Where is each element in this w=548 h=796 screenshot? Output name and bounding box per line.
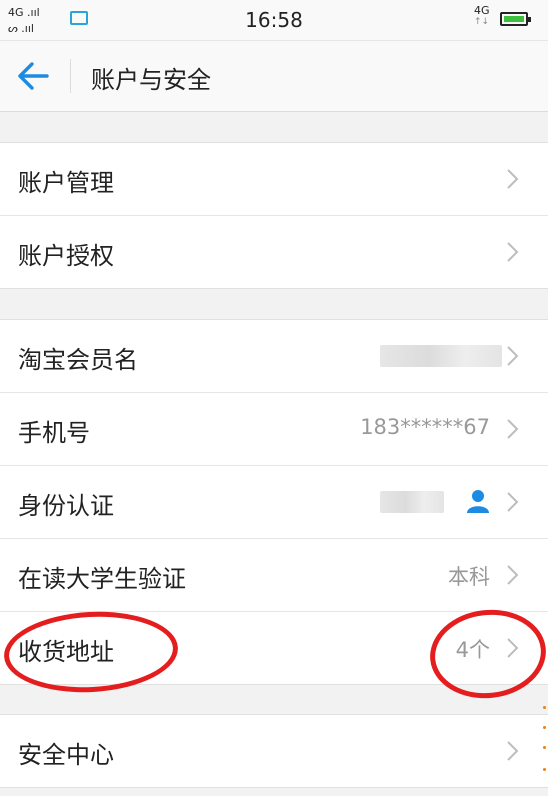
edge-dot xyxy=(543,768,546,771)
row-label: 安全中心 xyxy=(18,741,114,769)
member-name-value-blurred xyxy=(380,345,502,367)
chevron-right-icon xyxy=(507,741,519,761)
row-label: 账户授权 xyxy=(18,242,114,270)
row-label: 在读大学生验证 xyxy=(18,565,186,593)
edge-dot xyxy=(543,706,546,709)
security-group: 安全中心 xyxy=(0,714,548,788)
list-item-account-management[interactable]: 账户管理 xyxy=(0,143,548,216)
row-label: 淘宝会员名 xyxy=(18,346,138,374)
account-group: 账户管理 账户授权 xyxy=(0,142,548,289)
data-4g-indicator: 4G ↑↓ xyxy=(474,4,490,27)
list-item-identity-verification[interactable]: 身份认证 xyxy=(0,466,548,539)
row-label: 身份认证 xyxy=(18,492,114,520)
chevron-right-icon xyxy=(507,242,519,262)
data-arrows-icon: ↑↓ xyxy=(474,17,490,27)
nav-divider xyxy=(70,59,71,93)
person-icon xyxy=(467,490,489,513)
list-item-student-verification[interactable]: 在读大学生验证 本科 xyxy=(0,539,548,612)
status-bar: 4G .ııl ᔕ .ııl 16:58 4G ↑↓ xyxy=(0,0,548,41)
battery-icon xyxy=(500,12,531,26)
status-time: 16:58 xyxy=(245,8,303,32)
identity-value-blurred xyxy=(380,491,444,513)
chevron-right-icon xyxy=(507,492,519,512)
row-label: 手机号 xyxy=(18,419,90,447)
student-verification-value: 本科 xyxy=(448,565,490,589)
chevron-right-icon xyxy=(507,419,519,439)
page-title: 账户与安全 xyxy=(91,66,211,94)
back-button[interactable] xyxy=(14,58,54,94)
list-item-security-center[interactable]: 安全中心 xyxy=(0,715,548,787)
edge-dot xyxy=(543,726,546,729)
list-item-phone[interactable]: 手机号 183******67 xyxy=(0,393,548,466)
arrow-left-icon xyxy=(18,62,49,90)
list-item-member-name[interactable]: 淘宝会员名 xyxy=(0,320,548,393)
list-item-account-authorization[interactable]: 账户授权 xyxy=(0,216,548,288)
row-label: 账户管理 xyxy=(18,169,114,197)
chevron-right-icon xyxy=(507,565,519,585)
chevron-right-icon xyxy=(507,169,519,189)
data-4g-label: 4G xyxy=(474,4,490,17)
chevron-right-icon xyxy=(507,346,519,366)
phone-value: 183******67 xyxy=(360,415,490,439)
nav-bar: 账户与安全 xyxy=(0,41,548,112)
edge-dot xyxy=(543,746,546,749)
